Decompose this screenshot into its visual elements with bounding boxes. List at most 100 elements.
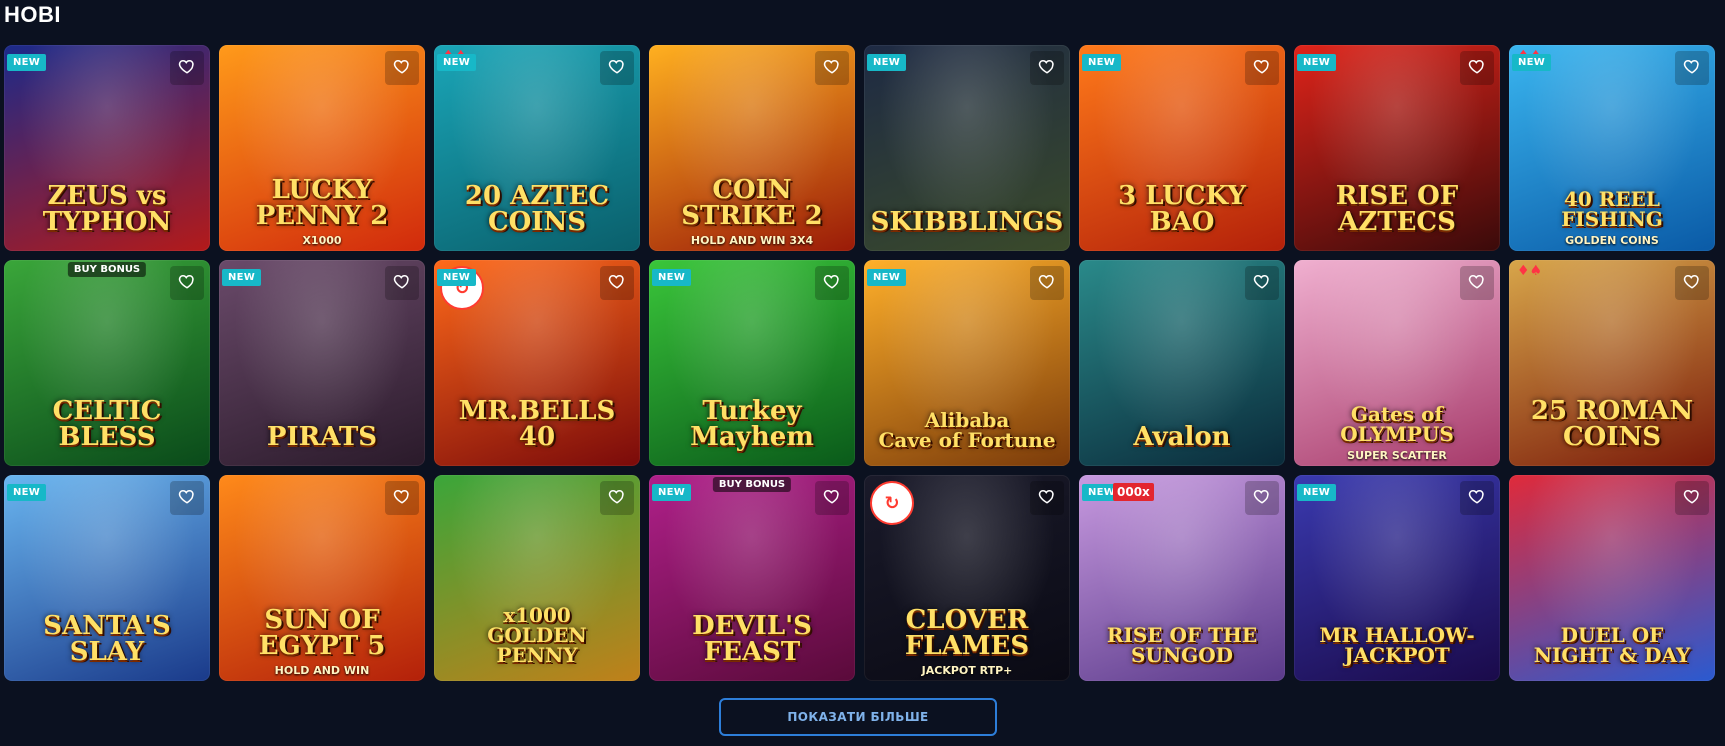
game-tile-40-golden-coins-reel-fishing[interactable]: ♦♠NEW40 REEL FISHINGGOLDEN COINS (1509, 45, 1715, 251)
game-tile-coin-strike-2[interactable]: COIN STRIKE 2 HOLD AND WIN 3X4 (649, 45, 855, 251)
game-tile-20-aztec-coins[interactable]: ♦♠NEW20 AZTEC COINS (434, 45, 640, 251)
game-tile-pirats[interactable]: NEW PIRATS (219, 260, 425, 466)
game-title: SANTA'S SLAY (43, 611, 171, 667)
show-more-button[interactable]: ПОКАЗАТИ БІЛЬШЕ (719, 698, 997, 736)
heart-outline-icon (1038, 272, 1056, 294)
heart-outline-icon (608, 57, 626, 79)
game-title: LUCKY PENNY 2 (255, 175, 389, 231)
heart-outline-icon (178, 487, 196, 509)
game-title: Turkey Mayhem (690, 396, 814, 452)
game-title: CELTIC BLESS (52, 396, 162, 452)
game-tile-3-lucky-bao[interactable]: NEW 3 LUCKY BAO (1079, 45, 1285, 251)
new-badge: NEW (867, 54, 907, 71)
new-badge: NEW (7, 484, 47, 501)
favorite-button[interactable] (600, 266, 634, 300)
favorite-button[interactable] (600, 481, 634, 515)
game-title: RISE OF THE SUNGOD (1106, 623, 1258, 667)
favorite-button[interactable] (1245, 481, 1279, 515)
favorite-button[interactable] (1675, 51, 1709, 85)
favorite-button[interactable] (1675, 266, 1709, 300)
new-badge: NEW (1297, 54, 1337, 71)
game-tile-devils-feast[interactable]: NEW BUY BONUS DEVIL'S FEAST (649, 475, 855, 681)
game-tile-25-roman-coins[interactable]: ♦♠ 25 ROMAN COINS (1509, 260, 1715, 466)
buy-bonus-badge: BUY BONUS (712, 477, 792, 492)
game-tile-avalon[interactable]: Avalon (1079, 260, 1285, 466)
buy-bonus-badge: BUY BONUS (67, 262, 147, 277)
game-title: PIRATS (266, 422, 378, 452)
game-subtitle: HOLD AND WIN 3X4 (690, 234, 814, 247)
game-tile-gates-of-olympus-super-scatter[interactable]: Gates of OLYMPUS SUPER SCATTER (1294, 260, 1500, 466)
game-tile-celtic-bless[interactable]: BUY BONUS CELTIC BLESS (4, 260, 210, 466)
game-tile-zeus-vs-typhon[interactable]: NEW ZEUS vs TYPHON (4, 45, 210, 251)
game-tile-rise-of-the-sun-god[interactable]: NEW 000x RISE OF THE SUNGOD (1079, 475, 1285, 681)
heart-outline-icon (393, 487, 411, 509)
favorite-button[interactable] (1030, 266, 1064, 300)
game-title: ZEUS vs TYPHON (42, 181, 172, 237)
new-badge: NEW (652, 269, 692, 286)
game-title: DEVIL'S FEAST (692, 611, 812, 667)
favorite-button[interactable] (170, 266, 204, 300)
favorite-button[interactable] (1245, 51, 1279, 85)
heart-outline-icon (1253, 272, 1271, 294)
game-tile-alibaba-cave-of-fortune[interactable]: NEW Alibaba Cave of Fortune (864, 260, 1070, 466)
heart-outline-icon (1253, 487, 1271, 509)
new-badge: NEW (222, 269, 262, 286)
game-title: SUN OF EGYPT 5 (258, 605, 386, 661)
provider-logo-icon: ↻ (870, 481, 914, 525)
favorite-button[interactable] (1030, 481, 1064, 515)
game-title: 40 REEL FISHING (1561, 187, 1663, 231)
favorite-button[interactable] (385, 51, 419, 85)
heart-outline-icon (178, 272, 196, 294)
heart-outline-icon (178, 57, 196, 79)
heart-outline-icon (1038, 57, 1056, 79)
favorite-button[interactable] (385, 481, 419, 515)
heart-outline-icon (1683, 487, 1701, 509)
game-tile-duel-of-night-and-day[interactable]: DUEL OF NIGHT & DAY (1509, 475, 1715, 681)
game-tile-mr-hallow-jackpot[interactable]: NEW MR HALLOW-JACKPOT (1294, 475, 1500, 681)
favorite-button[interactable] (1460, 481, 1494, 515)
favorite-button[interactable] (170, 51, 204, 85)
new-badge: NEW (1297, 484, 1337, 501)
game-subtitle: SUPER SCATTER (1347, 449, 1447, 462)
game-tile-turkey-mayhem[interactable]: NEW Turkey Mayhem (649, 260, 855, 466)
heart-outline-icon (1683, 57, 1701, 79)
heart-outline-icon (823, 57, 841, 79)
game-title: COIN STRIKE 2 (681, 175, 823, 231)
game-tile-clover-flames[interactable]: ↻ CLOVER FLAMES JACKPOT RTP+ (864, 475, 1070, 681)
favorite-button[interactable] (600, 51, 634, 85)
favorite-button[interactable] (1245, 266, 1279, 300)
games-grid: NEW ZEUS vs TYPHON LUCKY PENNY 2 X1000 ♦♠ NEW… (4, 45, 1715, 681)
favorite-button[interactable] (1030, 51, 1064, 85)
card-suits-icon: ♦♠ (1517, 263, 1543, 279)
new-badge: NEW (437, 54, 477, 71)
game-tile-rise-of-aztecs[interactable]: NEW RISE OF AZTECS (1294, 45, 1500, 251)
game-tile-skibblings[interactable]: NEW SKIBBLINGS (864, 45, 1070, 251)
game-title: x1000 GOLDEN PENNY (487, 603, 587, 667)
new-badge: NEW (1082, 54, 1122, 71)
favorite-button[interactable] (170, 481, 204, 515)
favorite-button[interactable] (1460, 266, 1494, 300)
favorite-button[interactable] (815, 266, 849, 300)
game-tile-sun-of-egypt-5[interactable]: SUN OF EGYPT 5 HOLD AND WIN (219, 475, 425, 681)
favorite-button[interactable] (1460, 51, 1494, 85)
game-tile-santas-slay[interactable]: NEW SANTA'S SLAY (4, 475, 210, 681)
new-badge: NEW (1512, 54, 1552, 71)
favorite-button[interactable] (385, 266, 419, 300)
heart-outline-icon (823, 487, 841, 509)
favorite-button[interactable] (1675, 481, 1709, 515)
heart-outline-icon (1038, 487, 1056, 509)
game-subtitle: JACKPOT RTP+ (921, 664, 1013, 677)
heart-outline-icon (823, 272, 841, 294)
game-tile-lucky-penny-2[interactable]: LUCKY PENNY 2 X1000 (219, 45, 425, 251)
game-title: MR.BELLS 40 (458, 396, 616, 452)
heart-outline-icon (608, 487, 626, 509)
game-title: 20 AZTEC COINS (464, 181, 610, 237)
game-tile-1000-golden-penny[interactable]: x1000 GOLDEN PENNY (434, 475, 640, 681)
new-badge: NEW (7, 54, 47, 71)
new-badge: NEW (437, 269, 477, 286)
game-title: RISE OF AZTECS (1335, 181, 1459, 237)
game-tile-mr-bells-40[interactable]: ↻ NEW MR.BELLS 40 (434, 260, 640, 466)
favorite-button[interactable] (815, 51, 849, 85)
favorite-button[interactable] (815, 481, 849, 515)
game-subtitle: X1000 (302, 234, 342, 247)
